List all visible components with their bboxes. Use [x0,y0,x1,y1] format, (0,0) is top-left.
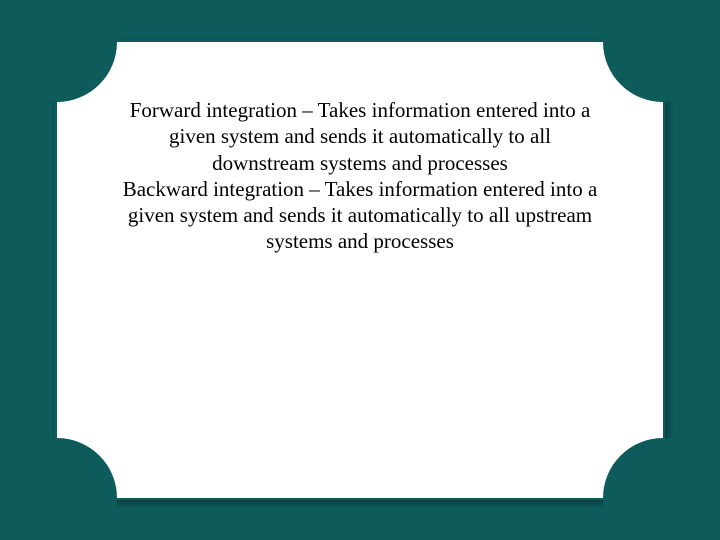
corner-notch-icon [603,438,720,540]
slide-background: Forward integration – Takes information … [0,0,720,540]
corner-notch-icon [0,0,117,102]
forward-integration-text: Forward integration – Takes information … [117,97,603,176]
content-frame: Forward integration – Takes information … [55,40,665,500]
corner-notch-icon [603,0,720,102]
slide-text: Forward integration – Takes information … [117,97,603,255]
corner-notch-icon [0,438,117,540]
backward-integration-text: Backward integration – Takes information… [117,176,603,255]
